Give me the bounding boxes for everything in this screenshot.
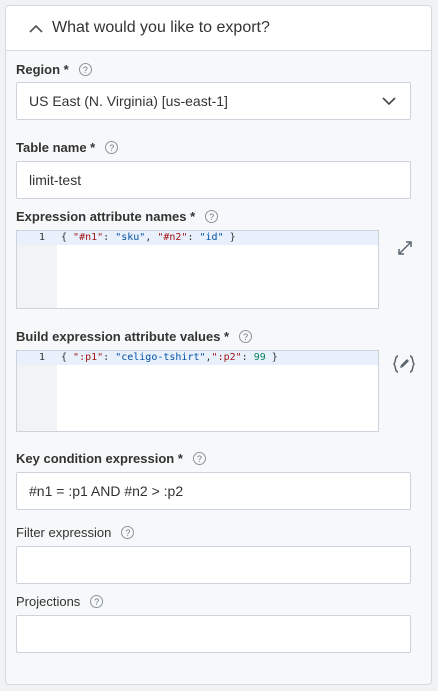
code-token: } xyxy=(223,232,236,243)
expr-names-label: Expression attribute names * ? xyxy=(16,209,219,224)
panel-title: What would you like to export? xyxy=(52,19,270,36)
table-name-value: limit-test xyxy=(29,172,82,188)
help-icon[interactable]: ? xyxy=(105,141,119,154)
projections-label: Projections ? xyxy=(16,594,104,609)
panel-header[interactable]: What would you like to export? xyxy=(6,6,431,51)
code-token: "id" xyxy=(199,232,224,243)
filter-expression-input[interactable] xyxy=(16,546,411,584)
line-number: 1 xyxy=(38,232,45,243)
code-token: "celigo-tshirt" xyxy=(115,352,206,363)
filter-expression-label: Filter expression ? xyxy=(16,525,135,540)
code-line: { "#n1": "sku", "#n2": "id" } xyxy=(61,231,236,245)
key-condition-label-text: Key condition expression * xyxy=(16,451,183,466)
code-token: : xyxy=(103,352,116,363)
key-condition-label: Key condition expression * ? xyxy=(16,451,206,466)
code-token: : xyxy=(241,352,254,363)
table-name-label-text: Table name * xyxy=(16,140,96,155)
help-icon[interactable]: ? xyxy=(239,330,253,343)
help-icon[interactable]: ? xyxy=(78,63,92,76)
line-number: 1 xyxy=(38,352,45,363)
code-token: { xyxy=(61,232,74,243)
edit-json-icon[interactable] xyxy=(393,353,415,375)
code-line: { ":p1": "celigo-tshirt",":p2": 99 } xyxy=(61,351,278,365)
chevron-down-icon[interactable] xyxy=(382,93,396,109)
help-icon[interactable]: ? xyxy=(90,595,104,608)
build-values-label-text: Build expression attribute values * xyxy=(16,329,230,344)
build-values-editor[interactable]: 1 { ":p1": "celigo-tshirt",":p2": 99 } xyxy=(16,350,379,432)
code-token: : xyxy=(187,232,200,243)
expr-names-label-text: Expression attribute names * xyxy=(16,209,196,224)
code-token: ":p2" xyxy=(211,352,242,363)
key-condition-input[interactable]: #n1 = :p1 AND #n2 > :p2 xyxy=(16,472,411,510)
code-token: "sku" xyxy=(115,232,146,243)
expand-icon[interactable] xyxy=(394,237,416,259)
code-token: 99 xyxy=(253,352,266,363)
code-token: "#n1" xyxy=(73,232,104,243)
table-name-label: Table name * ? xyxy=(16,140,119,155)
expr-names-editor[interactable]: 1 { "#n1": "sku", "#n2": "id" } xyxy=(16,230,379,309)
filter-expression-label-text: Filter expression xyxy=(16,525,112,540)
help-icon[interactable]: ? xyxy=(205,210,219,223)
code-token: { xyxy=(61,352,74,363)
projections-label-text: Projections xyxy=(16,594,81,609)
help-icon[interactable]: ? xyxy=(121,526,135,539)
chevron-up-icon[interactable] xyxy=(28,20,44,36)
code-token: "#n2" xyxy=(157,232,188,243)
help-icon[interactable]: ? xyxy=(192,452,206,465)
table-name-input[interactable]: limit-test xyxy=(16,161,411,199)
region-label: Region * ? xyxy=(16,62,92,77)
region-select[interactable]: US East (N. Virginia) [us-east-1] xyxy=(16,82,411,120)
projections-input[interactable] xyxy=(16,615,411,653)
build-values-label: Build expression attribute values * ? xyxy=(16,329,253,344)
region-value: US East (N. Virginia) [us-east-1] xyxy=(29,93,228,109)
code-token: : xyxy=(103,232,116,243)
code-token: ":p1" xyxy=(73,352,104,363)
code-token: , xyxy=(145,232,158,243)
code-token: } xyxy=(265,352,278,363)
key-condition-value: #n1 = :p1 AND #n2 > :p2 xyxy=(29,483,184,499)
region-label-text: Region * xyxy=(16,62,69,77)
